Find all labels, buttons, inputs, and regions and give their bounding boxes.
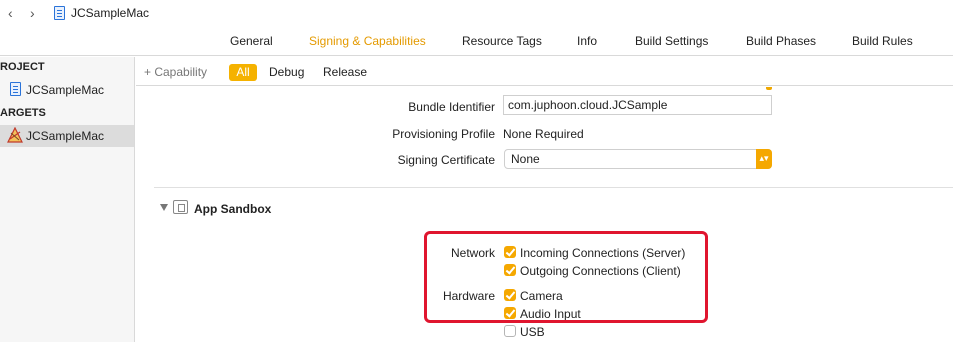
capability-bar: + Capability All Debug Release <box>136 57 953 86</box>
project-file-icon <box>54 6 65 20</box>
window-toolbar: ‹ › JCSampleMac <box>0 0 953 26</box>
config-release-button[interactable]: Release <box>323 65 367 79</box>
sidebar-item-project[interactable]: JCSampleMac <box>0 79 134 101</box>
app-target-icon <box>7 127 23 143</box>
tab-signing-capabilities[interactable]: Signing & Capabilities <box>309 34 426 48</box>
scroll-indicator <box>766 87 772 90</box>
capabilities-editor: Bundle Identifier com.juphoon.cloud.JCSa… <box>136 87 953 342</box>
section-divider <box>154 187 953 188</box>
sandbox-icon <box>173 200 188 214</box>
tab-info[interactable]: Info <box>577 34 597 48</box>
add-capability-button[interactable]: + Capability <box>144 65 207 79</box>
tab-build-rules[interactable]: Build Rules <box>852 34 913 48</box>
project-section-header: ROJECT <box>0 61 45 73</box>
section-title: App Sandbox <box>194 202 272 216</box>
tab-build-settings[interactable]: Build Settings <box>635 34 708 48</box>
project-navigator: ROJECT JCSampleMac ARGETS JCSampleMac <box>0 57 135 342</box>
highlight-box <box>424 231 708 323</box>
sidebar-item-label: JCSampleMac <box>26 83 105 97</box>
chevron-right-icon[interactable]: › <box>30 5 35 21</box>
targets-section-header: ARGETS <box>0 107 46 119</box>
provisioning-profile-value: None Required <box>503 127 584 141</box>
provisioning-profile-label: Provisioning Profile <box>392 127 495 141</box>
tab-resource-tags[interactable]: Resource Tags <box>462 34 542 48</box>
signing-certificate-label: Signing Certificate <box>397 153 495 167</box>
project-file-icon <box>10 82 21 96</box>
disclosure-triangle-icon[interactable] <box>160 204 168 211</box>
signing-certificate-popup[interactable]: None ▴▾ <box>504 149 772 169</box>
chevron-left-icon[interactable]: ‹ <box>8 5 13 21</box>
sidebar-item-target[interactable]: JCSampleMac <box>0 125 134 147</box>
editor-tabs: General Signing & Capabilities Resource … <box>0 26 953 56</box>
tab-build-phases[interactable]: Build Phases <box>746 34 816 48</box>
breadcrumb[interactable]: JCSampleMac <box>71 6 149 20</box>
bundle-identifier-label: Bundle Identifier <box>408 100 495 114</box>
config-all-button[interactable]: All <box>229 64 257 81</box>
checkbox-label: USB <box>520 325 545 339</box>
sidebar-item-label: JCSampleMac <box>26 129 105 143</box>
bundle-identifier-field[interactable]: com.juphoon.cloud.JCSample <box>503 95 772 115</box>
popup-value: None <box>511 152 540 166</box>
tab-general[interactable]: General <box>230 34 273 48</box>
config-debug-button[interactable]: Debug <box>269 65 304 79</box>
up-down-chevron-icon: ▴▾ <box>756 149 772 169</box>
usb-checkbox[interactable] <box>504 325 516 337</box>
